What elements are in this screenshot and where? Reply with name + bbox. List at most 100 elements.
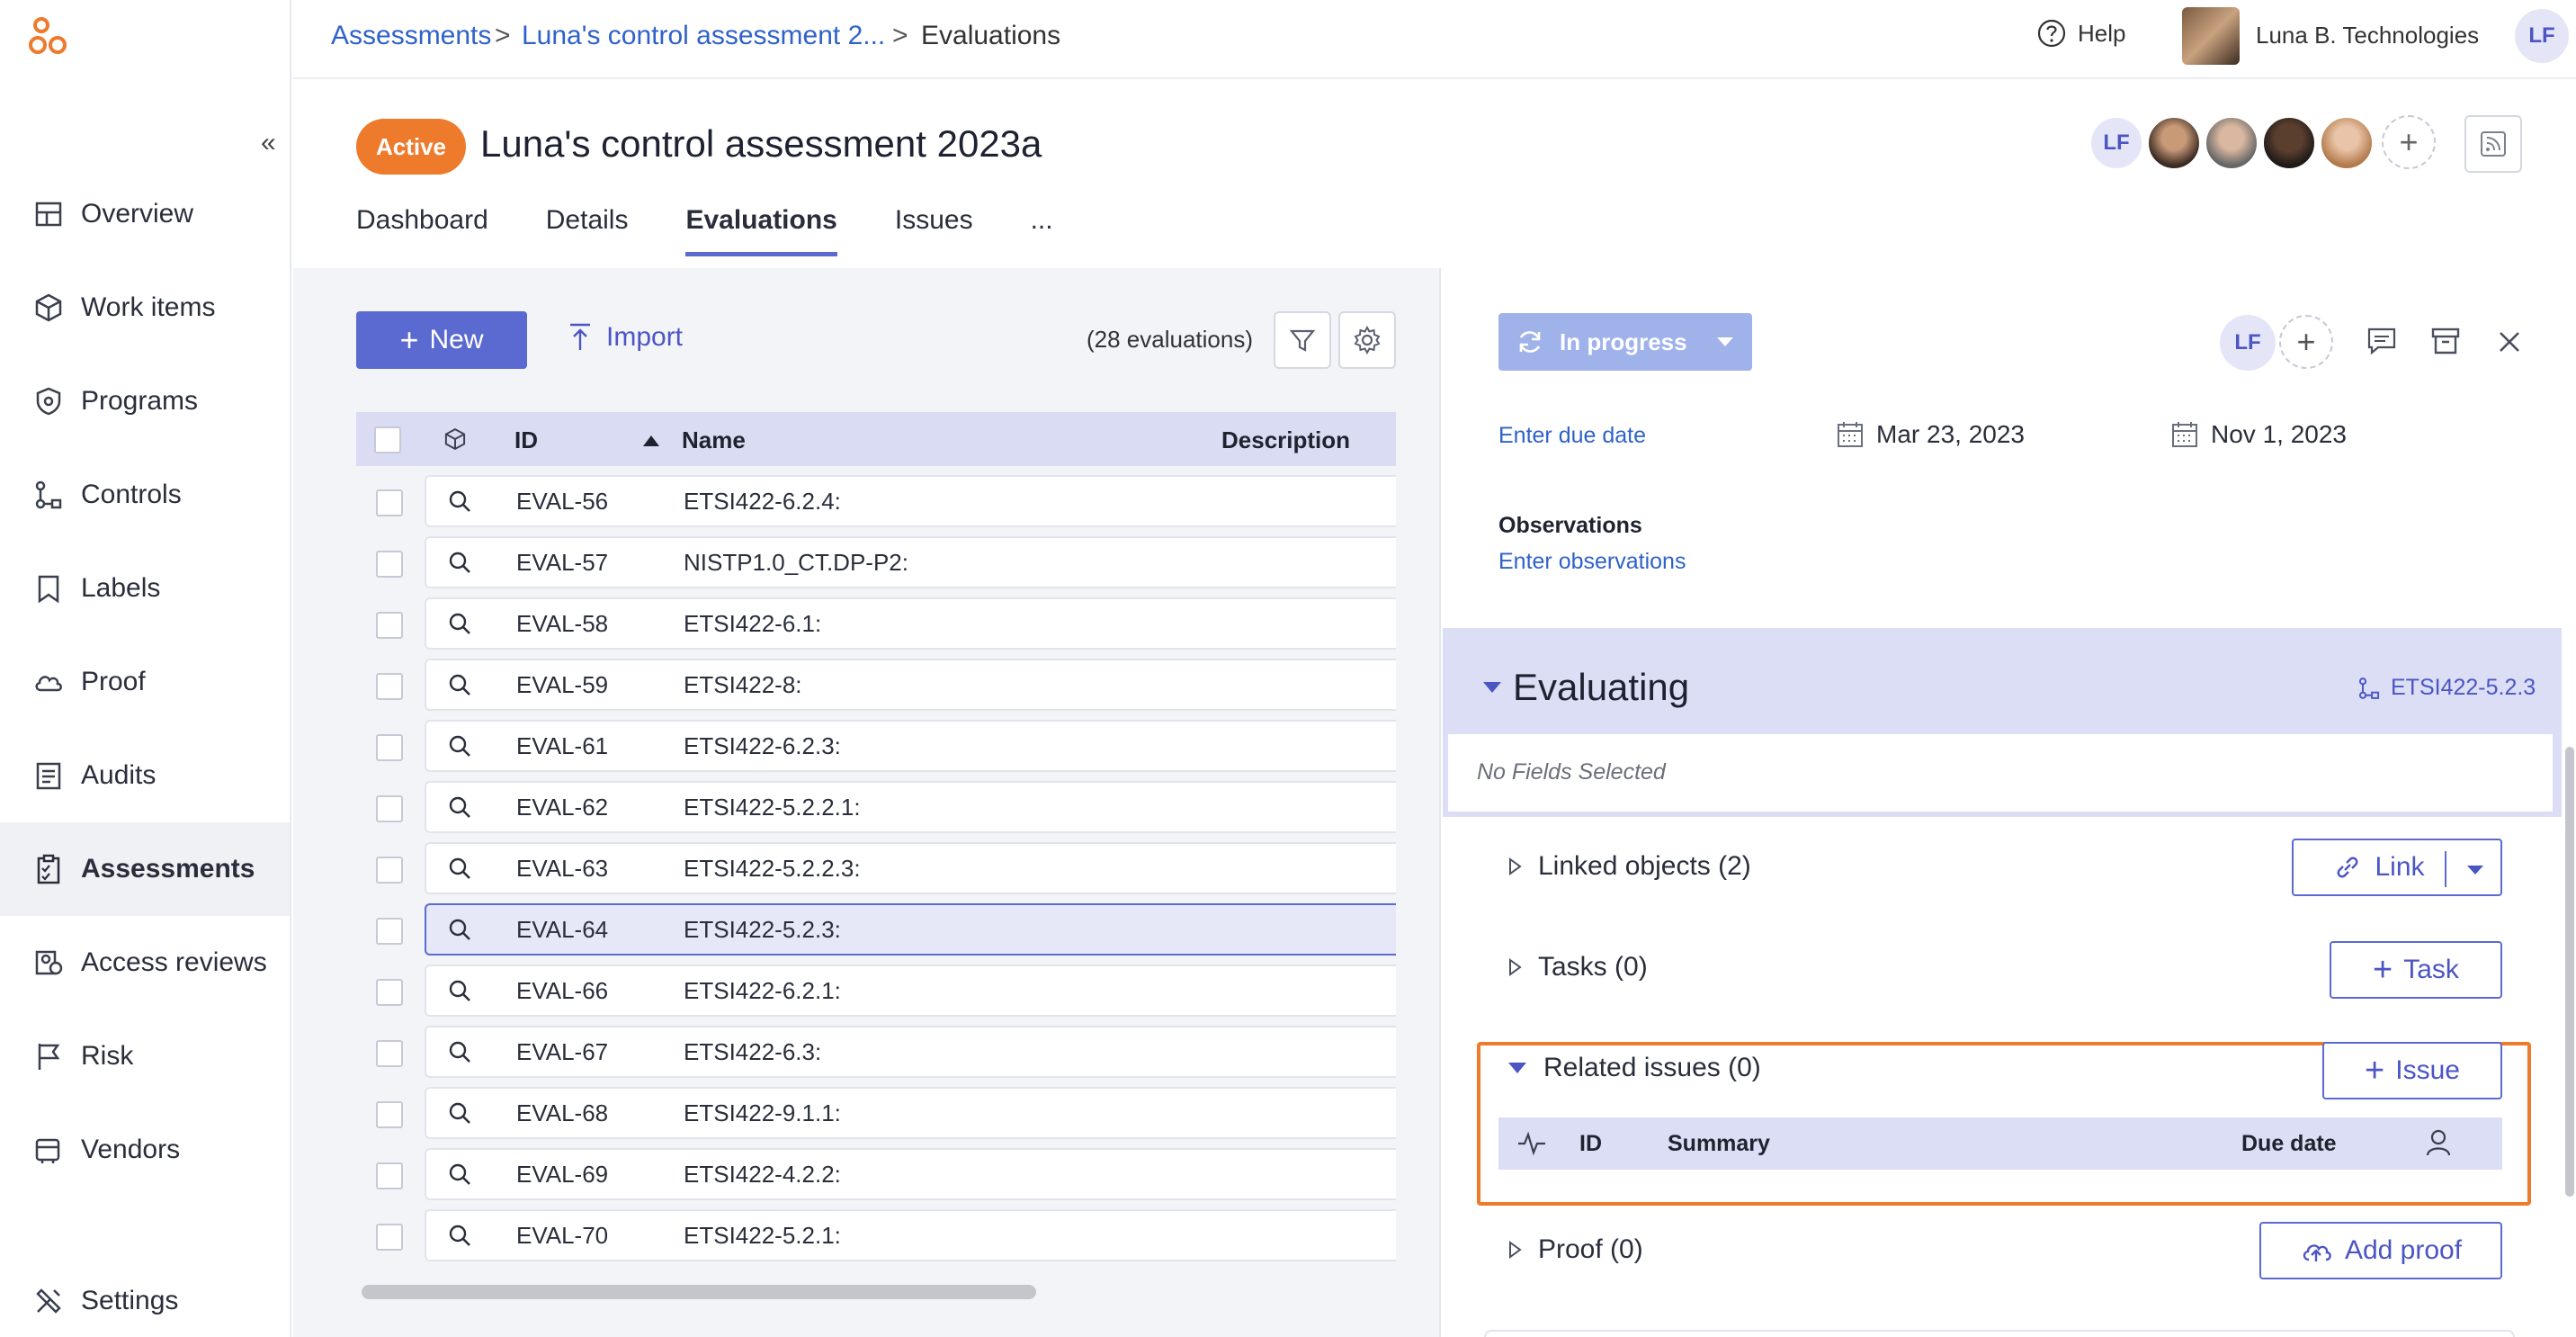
search-icon[interactable] [446,855,473,882]
add-task-button[interactable]: + Task [2330,941,2502,999]
proof-toggle[interactable]: Proof (0) [1507,1234,1643,1265]
search-icon[interactable] [446,732,473,759]
new-button[interactable]: + New [356,311,527,369]
member-avatar[interactable] [2146,115,2202,171]
sidebar-item-access-reviews[interactable]: Access reviews [0,916,290,1009]
import-button[interactable]: Import [567,322,683,353]
row-checkbox[interactable] [376,979,403,1006]
add-issue-button[interactable]: + Issue [2322,1042,2502,1099]
tab-more[interactable]: ... [1031,205,1053,256]
row-checkbox[interactable] [376,795,403,822]
tab-dashboard[interactable]: Dashboard [356,205,488,256]
comment-icon[interactable] [2366,326,2398,356]
row-checkbox[interactable] [376,673,403,700]
assignee-avatar[interactable]: LF [2220,315,2276,371]
add-member-button[interactable]: + [2382,115,2436,169]
table-row[interactable]: EVAL-59 ETSI422-8: [356,659,1396,714]
sort-asc-icon[interactable] [642,434,660,448]
sidebar-item-programs[interactable]: Programs [0,354,290,448]
row-checkbox[interactable] [376,918,403,945]
observations-input[interactable]: Enter observations [1498,549,1686,575]
tab-issues[interactable]: Issues [895,205,973,256]
help-link[interactable]: Help [2036,18,2125,49]
sidebar-item-assessments[interactable]: Assessments [0,822,290,916]
member-avatar[interactable] [2261,115,2317,171]
start-date[interactable]: Mar 23, 2023 [1835,419,2025,450]
org-name[interactable]: Luna B. Technologies [2256,22,2479,49]
member-avatar[interactable] [2204,115,2259,171]
close-icon[interactable] [2497,329,2522,354]
table-row[interactable]: EVAL-56 ETSI422-6.2.4: [356,475,1396,531]
row-checkbox[interactable] [376,551,403,578]
table-row[interactable]: EVAL-66 ETSI422-6.2.1: [356,965,1396,1020]
sidebar-item-settings[interactable]: Settings [0,1254,290,1337]
chevron-down-icon[interactable] [1698,313,1752,371]
sidebar-item-overview[interactable]: Overview [0,167,290,261]
member-avatar[interactable]: LF [2089,115,2144,171]
search-icon[interactable] [446,671,473,698]
link-button[interactable]: Link [2292,839,2502,896]
user-icon[interactable] [2425,1128,2452,1157]
table-row[interactable]: EVAL-62 ETSI422-5.2.2.1: [356,781,1396,837]
search-icon[interactable] [446,1222,473,1249]
search-icon[interactable] [446,1099,473,1126]
related-issues-toggle[interactable]: Related issues (0) [1507,1053,1761,1083]
row-checkbox[interactable] [376,1101,403,1128]
archive-icon[interactable] [2430,326,2461,356]
sidebar-item-risk[interactable]: Risk [0,1009,290,1103]
member-avatar[interactable] [2319,115,2375,171]
search-icon[interactable] [446,549,473,576]
org-avatar[interactable] [2182,7,2240,65]
table-row[interactable]: EVAL-69 ETSI422-4.2.2: [356,1148,1396,1204]
user-avatar[interactable]: LF [2515,9,2569,63]
tab-evaluations[interactable]: Evaluations [685,205,837,256]
chevron-down-icon[interactable] [2466,864,2484,876]
row-checkbox[interactable] [376,489,403,516]
feed-button[interactable] [2464,115,2522,173]
row-checkbox[interactable] [376,857,403,884]
table-row[interactable]: EVAL-57 NISTP1.0_CT.DP-P2: [356,536,1396,592]
select-all-checkbox[interactable] [374,426,401,453]
tasks-toggle[interactable]: Tasks (0) [1507,952,1648,983]
table-row[interactable]: EVAL-58 ETSI422-6.1: [356,597,1396,653]
column-summary[interactable]: Summary [1668,1131,1770,1157]
column-id[interactable]: ID [1579,1131,1602,1157]
caret-down-icon[interactable] [1482,680,1502,695]
column-id[interactable]: ID [514,426,538,454]
collapse-sidebar-button[interactable]: « [261,130,276,157]
table-row[interactable]: EVAL-63 ETSI422-5.2.2.3: [356,842,1396,898]
table-row[interactable]: EVAL-64 ETSI422-5.2.3: [356,903,1396,959]
search-icon[interactable] [446,916,473,943]
search-icon[interactable] [446,1038,473,1065]
sidebar-item-audits[interactable]: Audits [0,729,290,822]
column-name[interactable]: Name [682,426,746,454]
control-reference-link[interactable]: ETSI422-5.2.3 [2357,675,2536,701]
table-row[interactable]: EVAL-67 ETSI422-6.3: [356,1026,1396,1081]
sidebar-item-work-items[interactable]: Work items [0,261,290,354]
table-row[interactable]: EVAL-68 ETSI422-9.1.1: [356,1087,1396,1143]
end-date[interactable]: Nov 1, 2023 [2169,419,2347,450]
vertical-scrollbar[interactable] [2565,747,2574,1197]
add-assignee-button[interactable]: + [2279,315,2333,369]
sidebar-item-labels[interactable]: Labels [0,542,290,635]
settings-button[interactable] [1338,311,1396,369]
search-icon[interactable] [446,488,473,515]
tab-details[interactable]: Details [546,205,629,256]
row-checkbox[interactable] [376,734,403,761]
search-icon[interactable] [446,1161,473,1188]
sidebar-item-vendors[interactable]: Vendors [0,1103,290,1197]
column-description[interactable]: Description [1221,426,1350,454]
search-icon[interactable] [446,610,473,637]
status-dropdown[interactable]: In progress [1498,313,1752,371]
row-checkbox[interactable] [376,1162,403,1189]
due-date-input[interactable]: Enter due date [1498,423,1646,449]
row-checkbox[interactable] [376,1224,403,1251]
add-proof-button[interactable]: Add proof [2259,1222,2502,1279]
breadcrumb-assessments[interactable]: Assessments [331,20,491,52]
search-icon[interactable] [446,794,473,821]
horizontal-scrollbar[interactable] [362,1285,1036,1299]
linked-objects-toggle[interactable]: Linked objects (2) [1507,851,1751,882]
app-logo-icon[interactable] [27,16,70,59]
sidebar-item-controls[interactable]: Controls [0,448,290,542]
search-icon[interactable] [446,977,473,1004]
